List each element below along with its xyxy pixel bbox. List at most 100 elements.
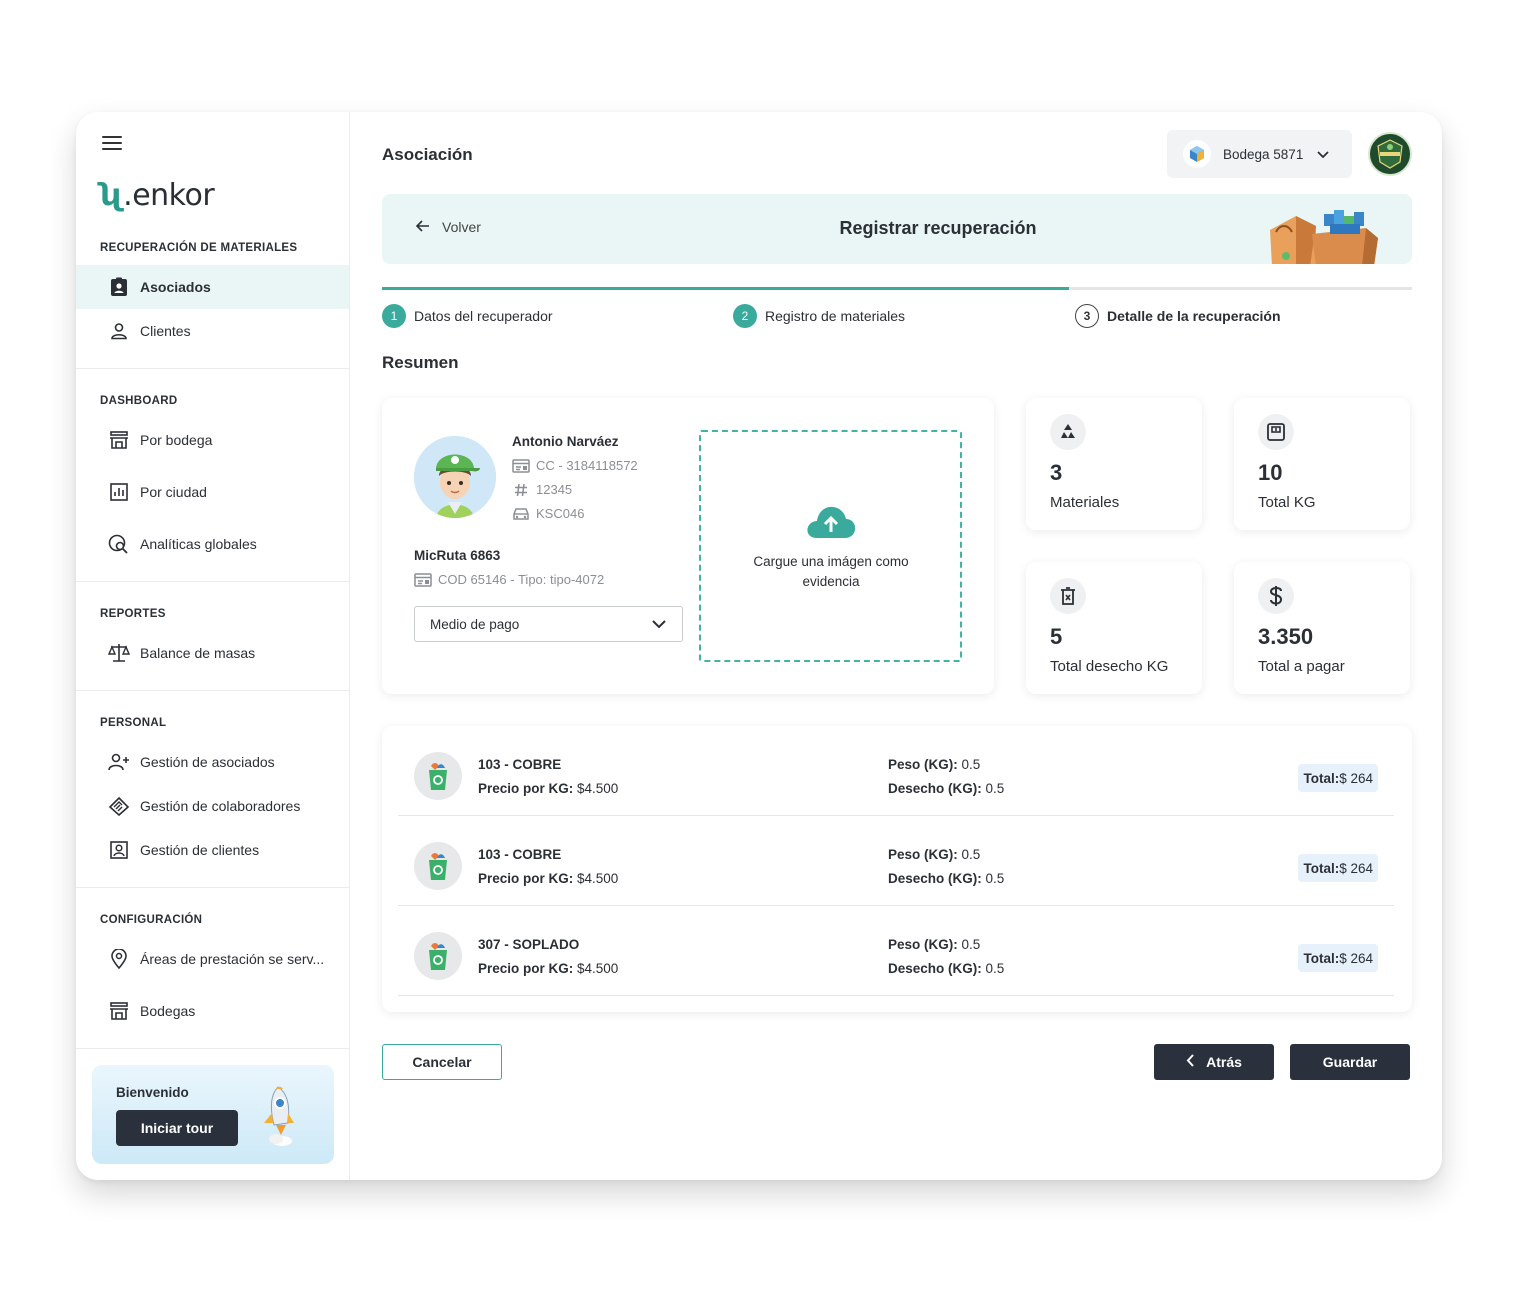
step-label: Registro de materiales [765, 308, 906, 324]
divider [76, 690, 350, 691]
material-total: Total: $ 264 [1298, 854, 1378, 882]
step-label: Datos del recuperador [414, 308, 553, 324]
stepper-progress-fill [382, 287, 1069, 290]
sidebar-item-areas[interactable]: Áreas de prestación se serv... [76, 937, 349, 981]
dollar-icon [1258, 578, 1294, 614]
route-detail: COD 65146 - Tipo: tipo-4072 [414, 572, 604, 587]
recuperador-id: CC - 3184118572 [512, 458, 638, 473]
section-title-reportes: REPORTES [100, 608, 166, 620]
save-button[interactable]: Guardar [1290, 1044, 1410, 1080]
welcome-card: Bienvenido Iniciar tour [92, 1065, 334, 1164]
material-weight: Peso (KG): 0.5 [888, 937, 981, 952]
section-title-configuracion: CONFIGURACIÓN [100, 914, 203, 926]
sidebar-item-clientes[interactable]: Clientes [76, 309, 349, 353]
sidebar: ʯ.enkor RECUPERACIÓN DE MATERIALES Asoci… [76, 112, 350, 1180]
stat-materiales: 3 Materiales [1026, 398, 1202, 530]
summary-heading: Resumen [382, 353, 459, 372]
sidebar-item-por-bodega[interactable]: Por bodega [76, 418, 349, 462]
sidebar-item-gestion-asociados[interactable]: Gestión de asociados [76, 740, 349, 784]
id-card-icon [512, 458, 530, 473]
step-number: 1 [382, 304, 406, 328]
materials-list: 103 - COBRE Precio por KG: $4.500 Peso (… [382, 726, 1412, 1012]
sidebar-item-label: Bodegas [140, 1003, 196, 1019]
back-button[interactable]: Atrás [1154, 1044, 1274, 1080]
material-waste: Desecho (KG): 0.5 [888, 871, 1005, 886]
sidebar-item-label: Asociados [140, 279, 211, 295]
material-name: 103 - COBRE [478, 757, 562, 772]
sidebar-item-label: Por ciudad [140, 484, 207, 500]
person-icon [108, 320, 130, 342]
step-1[interactable]: 1 Datos del recuperador [382, 304, 553, 328]
bodega-select-value: Bodega 5871 [1223, 146, 1304, 162]
list-item[interactable]: 103 - COBRE Precio por KG: $4.500 Peso (… [398, 816, 1394, 906]
person-add-icon [108, 751, 130, 773]
banner-title: Registrar recuperación [839, 218, 1037, 238]
sidebar-item-label: Balance de masas [140, 645, 256, 661]
step-number: 3 [1075, 304, 1099, 328]
sidebar-item-analiticas[interactable]: Analíticas globales [76, 522, 349, 566]
chevron-down-icon [652, 617, 666, 632]
bar-chart-icon [108, 481, 130, 503]
material-weight: Peso (KG): 0.5 [888, 847, 981, 862]
sidebar-item-label: Por bodega [140, 432, 213, 448]
divider [76, 368, 350, 369]
car-icon [512, 507, 530, 521]
sidebar-item-por-ciudad[interactable]: Por ciudad [76, 470, 349, 514]
material-price: Precio por KG: $4.500 [478, 781, 619, 796]
payment-method-value: Medio de pago [430, 616, 520, 632]
cloud-upload-icon [805, 504, 857, 545]
material-total: Total: $ 264 [1298, 944, 1378, 972]
evidence-upload-dropzone[interactable]: Cargue una imágen como evidencia [699, 430, 962, 662]
back-button-label: Atrás [1206, 1054, 1242, 1070]
sidebar-item-asociados[interactable]: Asociados [76, 265, 349, 309]
scale-weight-icon [1258, 414, 1294, 450]
step-3[interactable]: 3 Detalle de la recuperación [1075, 304, 1281, 328]
material-price: Precio por KG: $4.500 [478, 871, 619, 886]
stat-value: 5 [1050, 624, 1063, 649]
menu-icon[interactable] [102, 136, 122, 150]
step-2[interactable]: 2 Registro de materiales [733, 304, 905, 328]
chevron-down-icon [1317, 147, 1329, 162]
start-tour-button[interactable]: Iniciar tour [116, 1110, 238, 1146]
recuperador-number-value: 12345 [536, 482, 573, 497]
recycling-bin-icon [414, 842, 462, 890]
bodega-select[interactable]: Bodega 5871 [1167, 130, 1352, 178]
recuperador-card: Antonio Narváez CC - 3184118572 12345 KS… [382, 398, 994, 694]
banner: Volver Registrar recuperación [382, 194, 1412, 264]
material-waste: Desecho (KG): 0.5 [888, 961, 1005, 976]
logo[interactable]: ʯ.enkor [100, 178, 215, 213]
cancel-button[interactable]: Cancelar [382, 1044, 502, 1080]
recycling-bin-icon [414, 752, 462, 800]
sidebar-item-label: Analíticas globales [140, 536, 257, 552]
globe-search-icon [108, 533, 130, 555]
sidebar-item-balance[interactable]: Balance de masas [76, 631, 349, 675]
trash-icon [1050, 578, 1086, 614]
stepper-progress [382, 287, 1412, 290]
divider [76, 581, 350, 582]
contact-card-icon [108, 839, 130, 861]
sidebar-item-bodegas[interactable]: Bodegas [76, 989, 349, 1033]
stat-label: Total KG [1258, 494, 1316, 511]
rocket-icon [258, 1083, 304, 1152]
route-name: MicRuta 6863 [414, 548, 501, 563]
organization-avatar[interactable] [1368, 132, 1412, 176]
location-pin-icon [108, 948, 130, 970]
stat-value: 10 [1258, 460, 1283, 485]
sidebar-item-gestion-clientes[interactable]: Gestión de clientes [76, 828, 349, 872]
bodega-icon [1183, 140, 1211, 168]
chevron-left-icon [1186, 1054, 1194, 1070]
divider [76, 1048, 350, 1049]
step-number: 2 [733, 304, 757, 328]
recycle-icon [1050, 414, 1086, 450]
section-title-personal: PERSONAL [100, 717, 167, 729]
list-item[interactable]: 103 - COBRE Precio por KG: $4.500 Peso (… [398, 726, 1394, 816]
stat-total-pagar: 3.350 Total a pagar [1234, 562, 1410, 694]
list-item[interactable]: 307 - SOPLADO Precio por KG: $4.500 Peso… [398, 906, 1394, 996]
material-price: Precio por KG: $4.500 [478, 961, 619, 976]
route-detail-value: COD 65146 - Tipo: tipo-4072 [438, 572, 605, 587]
payment-method-select[interactable]: Medio de pago [414, 606, 683, 642]
page-title: Asociación [382, 145, 473, 164]
sidebar-item-label: Clientes [140, 323, 191, 339]
sidebar-item-gestion-colaboradores[interactable]: Gestión de colaboradores [76, 784, 349, 828]
section-title-recuperacion: RECUPERACIÓN DE MATERIALES [100, 242, 298, 254]
